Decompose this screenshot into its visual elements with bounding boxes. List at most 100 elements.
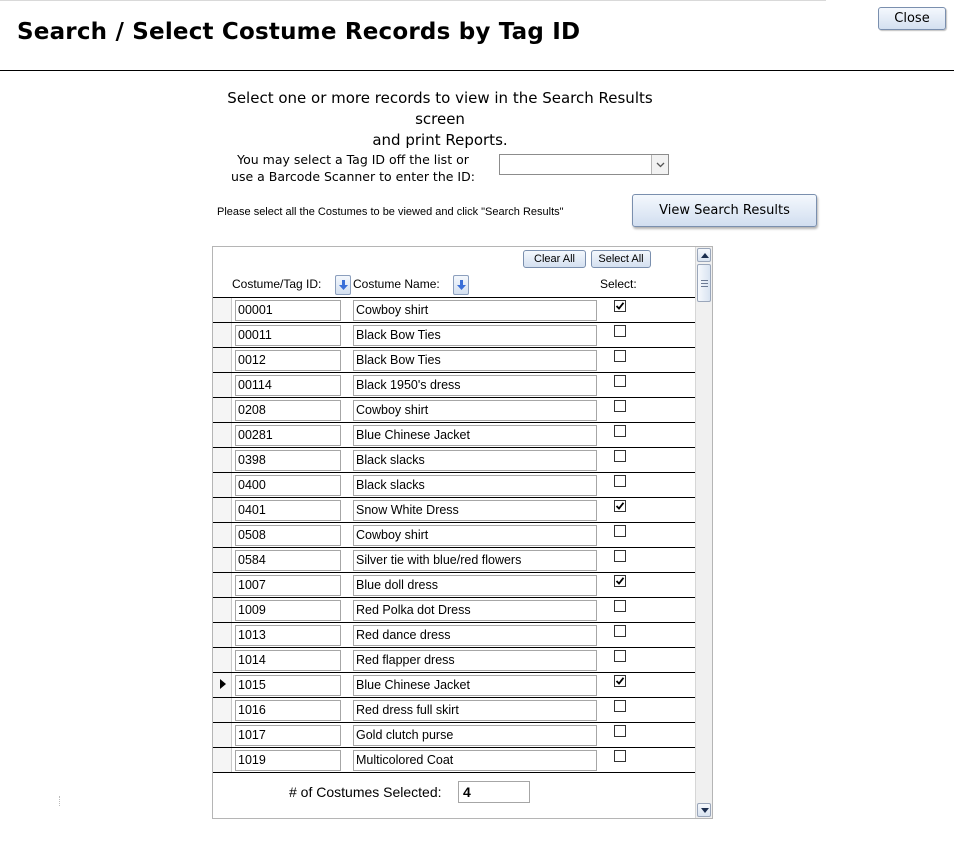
select-checkbox[interactable] — [614, 500, 626, 512]
record-selector[interactable] — [213, 498, 232, 522]
record-selector[interactable] — [213, 698, 232, 722]
record-selector[interactable] — [213, 473, 232, 497]
scroll-up-icon[interactable] — [697, 248, 711, 262]
tag-id-field[interactable]: 1007 — [235, 575, 341, 596]
tag-id-field[interactable]: 1016 — [235, 700, 341, 721]
record-selector[interactable] — [213, 373, 232, 397]
record-selector[interactable] — [213, 748, 232, 772]
select-checkbox[interactable] — [614, 600, 626, 612]
costume-name-field[interactable]: Red Polka dot Dress — [353, 600, 597, 621]
costume-name-field[interactable]: Black Bow Ties — [353, 350, 597, 371]
table-row[interactable]: 1017 Gold clutch purse — [213, 722, 695, 747]
tag-id-field[interactable]: 00281 — [235, 425, 341, 446]
select-checkbox[interactable] — [614, 350, 626, 362]
tag-id-field[interactable]: 0584 — [235, 550, 341, 571]
select-checkbox[interactable] — [614, 575, 626, 587]
table-row[interactable]: 1019 Multicolored Coat — [213, 747, 695, 772]
tag-id-field[interactable]: 1009 — [235, 600, 341, 621]
costume-name-field[interactable]: Red dance dress — [353, 625, 597, 646]
record-selector[interactable] — [213, 448, 232, 472]
costume-name-field[interactable]: Red dress full skirt — [353, 700, 597, 721]
costume-name-field[interactable]: Cowboy shirt — [353, 400, 597, 421]
scroll-thumb[interactable] — [697, 264, 711, 302]
record-selector[interactable] — [213, 523, 232, 547]
costume-name-field[interactable]: Black slacks — [353, 450, 597, 471]
costume-name-field[interactable]: Black 1950's dress — [353, 375, 597, 396]
tag-id-field[interactable]: 1014 — [235, 650, 341, 671]
table-row[interactable]: 00114 Black 1950's dress — [213, 372, 695, 397]
table-row[interactable]: 0401 Snow White Dress — [213, 497, 695, 522]
costume-name-field[interactable]: Blue doll dress — [353, 575, 597, 596]
costume-name-field[interactable]: Cowboy shirt — [353, 300, 597, 321]
table-row[interactable]: 0584 Silver tie with blue/red flowers — [213, 547, 695, 572]
select-checkbox[interactable] — [614, 700, 626, 712]
table-row[interactable]: 0508 Cowboy shirt — [213, 522, 695, 547]
table-row[interactable]: 1007 Blue doll dress — [213, 572, 695, 597]
costume-name-field[interactable]: Black Bow Ties — [353, 325, 597, 346]
table-row[interactable]: 0398 Black slacks — [213, 447, 695, 472]
record-selector[interactable] — [213, 598, 232, 622]
tag-id-field[interactable]: 0398 — [235, 450, 341, 471]
tag-id-field[interactable]: 1015 — [235, 675, 341, 696]
costume-name-field[interactable]: Gold clutch purse — [353, 725, 597, 746]
select-checkbox[interactable] — [614, 475, 626, 487]
tag-id-field[interactable]: 1013 — [235, 625, 341, 646]
record-selector[interactable] — [213, 348, 232, 372]
table-row[interactable]: 1014 Red flapper dress — [213, 647, 695, 672]
close-button[interactable]: Close — [878, 7, 946, 30]
chevron-down-icon[interactable] — [651, 155, 668, 174]
tag-id-field[interactable]: 00011 — [235, 325, 341, 346]
record-selector[interactable] — [213, 623, 232, 647]
select-checkbox[interactable] — [614, 625, 626, 637]
tag-id-field[interactable]: 0400 — [235, 475, 341, 496]
tag-id-field[interactable]: 0508 — [235, 525, 341, 546]
tag-id-field[interactable]: 0208 — [235, 400, 341, 421]
record-selector[interactable] — [213, 398, 232, 422]
table-row[interactable]: 00281 Blue Chinese Jacket — [213, 422, 695, 447]
table-row[interactable]: 0400 Black slacks — [213, 472, 695, 497]
select-checkbox[interactable] — [614, 325, 626, 337]
select-checkbox[interactable] — [614, 525, 626, 537]
select-checkbox[interactable] — [614, 450, 626, 462]
record-selector[interactable] — [213, 573, 232, 597]
tag-id-field[interactable]: 00001 — [235, 300, 341, 321]
costume-name-field[interactable]: Blue Chinese Jacket — [353, 675, 597, 696]
table-row[interactable]: 0208 Cowboy shirt — [213, 397, 695, 422]
table-row[interactable]: 1015 Blue Chinese Jacket — [213, 672, 695, 697]
select-checkbox[interactable] — [614, 400, 626, 412]
tag-id-field[interactable]: 0401 — [235, 500, 341, 521]
sort-tag-id-button[interactable] — [335, 275, 351, 295]
costume-name-field[interactable]: Silver tie with blue/red flowers — [353, 550, 597, 571]
tag-id-field[interactable]: 00114 — [235, 375, 341, 396]
record-selector[interactable] — [213, 423, 232, 447]
select-checkbox[interactable] — [614, 375, 626, 387]
table-row[interactable]: 1013 Red dance dress — [213, 622, 695, 647]
table-row[interactable]: 1016 Red dress full skirt — [213, 697, 695, 722]
view-search-results-button[interactable]: View Search Results — [632, 194, 817, 227]
select-checkbox[interactable] — [614, 550, 626, 562]
scroll-down-icon[interactable] — [697, 803, 711, 817]
costume-name-field[interactable]: Cowboy shirt — [353, 525, 597, 546]
costume-name-field[interactable]: Red flapper dress — [353, 650, 597, 671]
select-checkbox[interactable] — [614, 675, 626, 687]
select-checkbox[interactable] — [614, 750, 626, 762]
tag-id-field[interactable]: 1019 — [235, 750, 341, 771]
select-checkbox[interactable] — [614, 650, 626, 662]
tag-id-field[interactable]: 1017 — [235, 725, 341, 746]
table-row[interactable]: 1009 Red Polka dot Dress — [213, 597, 695, 622]
costume-name-field[interactable]: Multicolored Coat — [353, 750, 597, 771]
select-checkbox[interactable] — [614, 725, 626, 737]
sort-name-button[interactable] — [453, 275, 469, 295]
select-checkbox[interactable] — [614, 425, 626, 437]
record-selector[interactable] — [213, 723, 232, 747]
select-all-button[interactable]: Select All — [591, 250, 651, 268]
clear-all-button[interactable]: Clear All — [523, 250, 586, 268]
select-checkbox[interactable] — [614, 300, 626, 312]
costume-name-field[interactable]: Snow White Dress — [353, 500, 597, 521]
record-selector[interactable] — [213, 548, 232, 572]
table-row[interactable]: 00011 Black Bow Ties — [213, 322, 695, 347]
costume-name-field[interactable]: Blue Chinese Jacket — [353, 425, 597, 446]
costume-name-field[interactable]: Black slacks — [353, 475, 597, 496]
table-row[interactable]: 0012 Black Bow Ties — [213, 347, 695, 372]
record-selector[interactable] — [213, 323, 232, 347]
